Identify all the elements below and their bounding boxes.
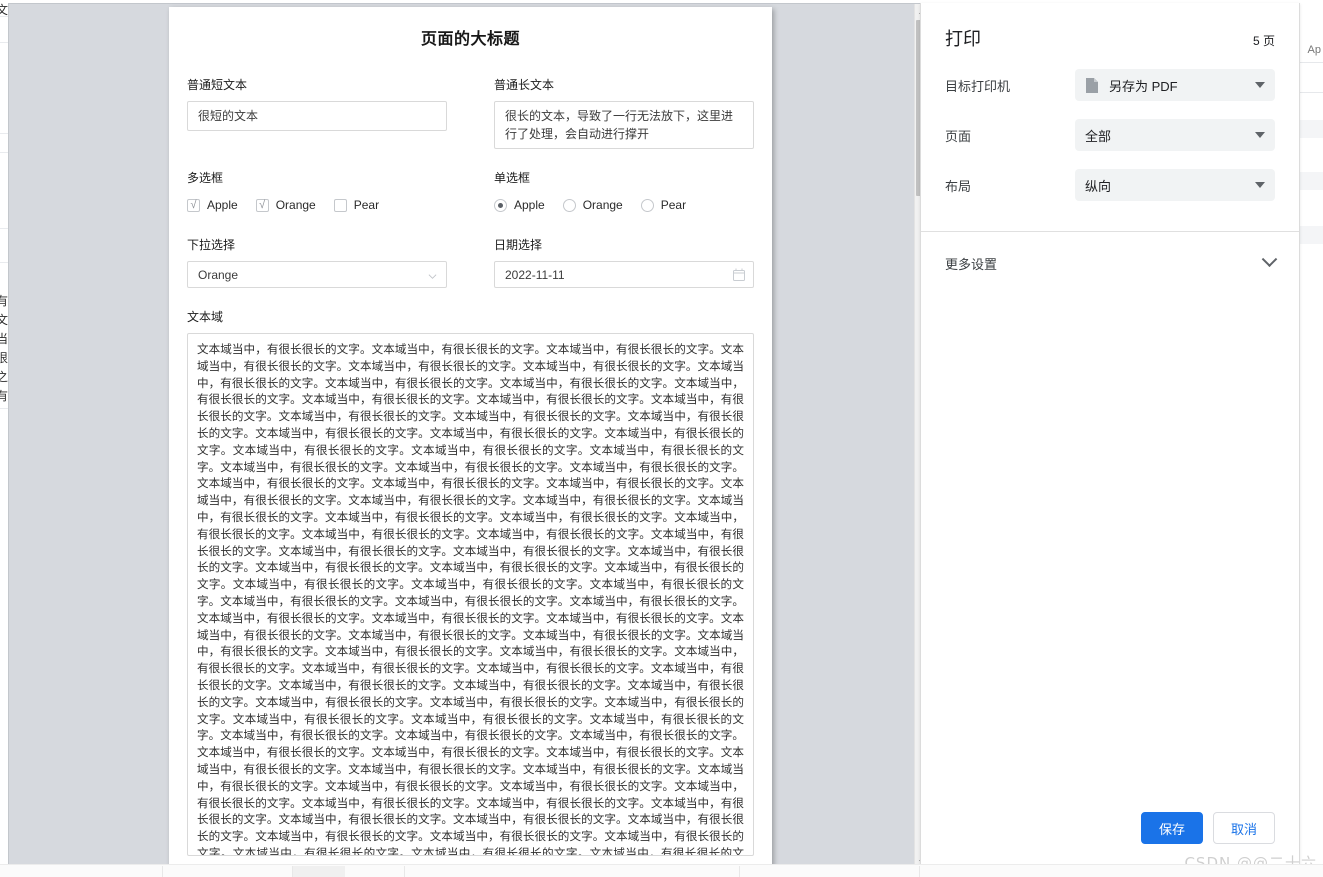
layout-select[interactable]: 纵向 (1075, 169, 1275, 201)
radio-option-pear[interactable]: Pear (640, 198, 687, 212)
chevron-down-icon (1255, 82, 1265, 88)
print-settings-rows: 目标打印机 另存为 PDF 页面 全部 布局 纵向 (921, 51, 1299, 219)
radio-icon[interactable] (640, 198, 654, 212)
cancel-button[interactable]: 取消 (1213, 812, 1275, 844)
destination-value: 另存为 PDF (1109, 78, 1178, 94)
bg-fragment: 文 (0, 313, 9, 327)
calendar-icon (733, 268, 745, 281)
destination-select[interactable]: 另存为 PDF (1075, 69, 1275, 101)
field-textarea: 文本域 文本域当中，有很长很长的文字。文本域当中，有很长很长的文字。文本域当中，… (187, 309, 754, 856)
radio-label: Apple (514, 198, 545, 212)
chevron-down-icon (428, 270, 437, 279)
bg-fragment: 很 (0, 351, 9, 365)
textarea-content: 文本域当中，有很长很长的文字。文本域当中，有很长很长的文字。文本域当中，有很长很… (197, 342, 744, 856)
setting-row-pages: 页面 全部 (945, 119, 1275, 151)
radio-option-apple[interactable]: Apple (494, 198, 545, 212)
date-value: 2022-11-11 (505, 268, 565, 282)
preview-page: 页面的大标题 普通短文本 很短的文本 普通长文本 很长的文本，导致了一行无法放下… (169, 7, 772, 867)
setting-label: 页面 (945, 128, 972, 144)
print-preview-area: 页面的大标题 普通短文本 很短的文本 普通长文本 很长的文本，导致了一行无法放下… (8, 3, 930, 870)
chevron-down-icon (1261, 251, 1278, 268)
page-count-label: 5 页 (1252, 34, 1275, 48)
save-button[interactable]: 保存 (1141, 812, 1203, 844)
textarea-input[interactable]: 文本域当中，有很长很长的文字。文本域当中，有很长很长的文字。文本域当中，有很长很… (187, 333, 754, 856)
radio-label: Pear (660, 198, 687, 212)
short-text-input[interactable]: 很短的文本 (187, 101, 447, 131)
print-dialog-title: 打印 (945, 29, 981, 49)
setting-label: 布局 (945, 178, 972, 194)
bg-fragment: 有 (0, 389, 9, 403)
field-short-text: 普通短文本 很短的文本 (187, 77, 447, 149)
checkbox-label: Orange (275, 198, 316, 212)
field-label: 普通长文本 (494, 78, 555, 92)
field-long-text: 普通长文本 很长的文本，导致了一行无法放下，这里进行了处理，会自动进行撑开 (494, 77, 754, 149)
print-dialog: 打印 5 页 目标打印机 另存为 PDF 页面 全部 布局 纵向 更多设置 保存… (920, 3, 1300, 869)
radio-label: Orange (582, 198, 623, 212)
field-label: 普通短文本 (187, 78, 248, 92)
date-input[interactable]: 2022-11-11 (494, 261, 754, 288)
checkbox-group: √ Apple √ Orange Pear (187, 194, 447, 216)
pages-value: 全部 (1085, 128, 1112, 144)
form-grid: 普通短文本 很短的文本 普通长文本 很长的文本，导致了一行无法放下，这里进行了处… (187, 77, 754, 288)
checkbox-icon[interactable]: √ (255, 198, 269, 212)
more-settings-label: 更多设置 (945, 257, 998, 272)
radio-icon[interactable] (494, 198, 507, 212)
radio-option-orange[interactable]: Orange (562, 198, 623, 212)
select-value: Orange (198, 268, 239, 282)
radio-group: Apple Orange Pear (494, 194, 754, 216)
setting-row-destination: 目标打印机 另存为 PDF (945, 69, 1275, 101)
field-radio-group: 单选框 Apple Orange Pear (494, 170, 754, 216)
bg-fragment: 之 (0, 370, 9, 384)
print-dialog-header: 打印 5 页 (921, 3, 1299, 51)
setting-label: 目标打印机 (945, 78, 1011, 94)
field-label: 日期选择 (494, 238, 543, 252)
checkbox-label: Pear (353, 198, 380, 212)
pages-select[interactable]: 全部 (1075, 119, 1275, 151)
pdf-file-icon (1085, 77, 1099, 94)
taskbar (0, 864, 1323, 877)
field-label: 文本域 (187, 310, 224, 324)
bg-fragment: 当 (0, 332, 9, 346)
panel-spacer (921, 295, 1299, 812)
chevron-down-icon (1255, 132, 1265, 138)
checkbox-icon[interactable] (333, 198, 347, 212)
radio-icon[interactable] (562, 198, 576, 212)
field-label: 多选框 (187, 171, 224, 185)
field-checkbox-group: 多选框 √ Apple √ Orange Pear (187, 170, 447, 216)
chevron-down-icon (1255, 182, 1265, 188)
layout-value: 纵向 (1085, 178, 1112, 194)
bg-fragment: 有 (0, 294, 9, 308)
field-label: 下拉选择 (187, 238, 236, 252)
field-select: 下拉选择 Orange (187, 237, 447, 288)
bg-fragment-right: Ap (1307, 44, 1321, 56)
checkbox-label: Apple (207, 198, 238, 212)
more-settings-toggle[interactable]: 更多设置 (921, 232, 1299, 295)
screen: 文 有 文 当 很 之 有 Ap 页面的大标题 普通短文本 很短的文本 普通长文… (0, 0, 1323, 877)
checkbox-option-pear[interactable]: Pear (333, 198, 380, 212)
page-title: 页面的大标题 (420, 31, 520, 48)
field-date: 日期选择 2022-11-11 (494, 237, 754, 288)
setting-row-layout: 布局 纵向 (945, 169, 1275, 201)
fruit-select[interactable]: Orange (187, 261, 447, 288)
checkbox-option-apple[interactable]: √ Apple (187, 198, 238, 212)
long-text-input[interactable]: 很长的文本，导致了一行无法放下，这里进行了处理，会自动进行撑开 (494, 101, 754, 149)
checkbox-icon[interactable]: √ (187, 198, 200, 212)
field-label: 单选框 (494, 171, 531, 185)
checkbox-option-orange[interactable]: √ Orange (255, 198, 316, 212)
